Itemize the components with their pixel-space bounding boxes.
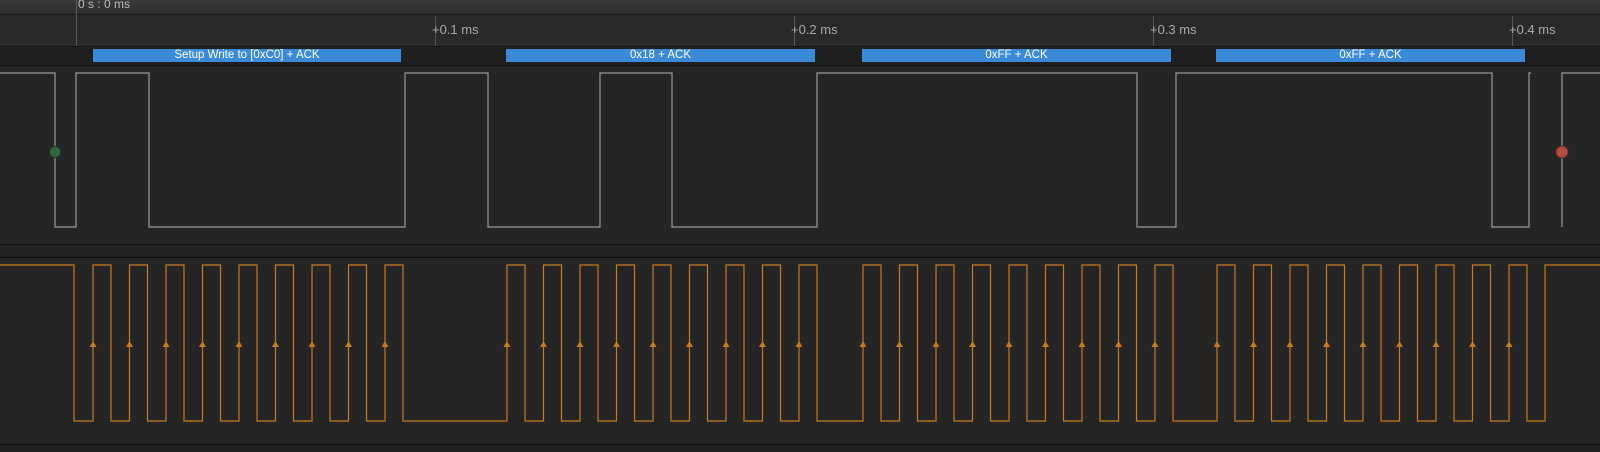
clock-rising-edge-marker bbox=[1115, 341, 1122, 347]
clock-rising-edge-marker bbox=[613, 341, 620, 347]
clock-rising-edge-marker bbox=[199, 341, 206, 347]
clock-rising-edge-marker bbox=[162, 341, 170, 347]
time-origin-label: 0 s : 0 ms bbox=[78, 0, 131, 11]
time-ruler[interactable]: +0.1 ms +0.2 ms +0.3 ms +0.4 ms bbox=[0, 16, 1600, 47]
clock-rising-edge-marker bbox=[795, 341, 803, 347]
clock-rising-edge-marker bbox=[1469, 341, 1476, 347]
clock-rising-edge-marker bbox=[1396, 341, 1403, 347]
clock-rising-edge-marker bbox=[308, 341, 316, 347]
clock-rising-edge-marker bbox=[722, 341, 730, 347]
bottom-border bbox=[0, 445, 1600, 452]
decoded-frame-data[interactable]: 0xFF + ACK bbox=[862, 49, 1171, 62]
channel-separator bbox=[0, 245, 1600, 258]
sda-waveform bbox=[0, 72, 1600, 228]
ruler-tick-label: +0.2 ms bbox=[791, 22, 838, 37]
clock-rising-edge-marker bbox=[859, 341, 867, 347]
stop-condition-marker bbox=[1555, 145, 1569, 159]
ruler-tick-label: +0.3 ms bbox=[1150, 22, 1197, 37]
clock-rising-edge-marker bbox=[576, 341, 584, 347]
clock-rising-edge-marker bbox=[1213, 341, 1221, 347]
clock-rising-edge-marker bbox=[649, 341, 657, 347]
clock-rising-edge-marker bbox=[1323, 341, 1330, 347]
sda-channel-track[interactable] bbox=[0, 66, 1600, 245]
clock-rising-edge-marker bbox=[1005, 341, 1013, 347]
clock-rising-edge-marker bbox=[381, 341, 389, 347]
clock-rising-edge-marker bbox=[272, 341, 279, 347]
clock-rising-edge-marker bbox=[345, 341, 352, 347]
clock-rising-edge-marker bbox=[932, 341, 940, 347]
clock-rising-edge-marker bbox=[1250, 341, 1257, 347]
time-origin-marker bbox=[76, 0, 77, 46]
clock-rising-edge-marker bbox=[1042, 341, 1049, 347]
sda-signal-line bbox=[0, 72, 1600, 228]
timeline-header-strip: 0 s : 0 ms bbox=[0, 0, 1600, 15]
clock-rising-edge-marker bbox=[1286, 341, 1294, 347]
clock-rising-edge-marker bbox=[1505, 341, 1513, 347]
clock-rising-edge-marker bbox=[759, 341, 766, 347]
clock-rising-edge-marker bbox=[503, 341, 511, 347]
clock-rising-edge-marker bbox=[235, 341, 243, 347]
ruler-tick-label: +0.4 ms bbox=[1509, 22, 1556, 37]
clock-rising-edge-marker bbox=[969, 341, 976, 347]
clock-rising-edge-marker bbox=[896, 341, 903, 347]
decoded-frame-address[interactable]: Setup Write to [0xC0] + ACK bbox=[93, 49, 401, 62]
clock-rising-edge-marker bbox=[1432, 341, 1440, 347]
scl-channel-track[interactable] bbox=[0, 258, 1600, 445]
clock-rising-edge-marker bbox=[1151, 341, 1159, 347]
clock-rising-edge-marker bbox=[686, 341, 693, 347]
ruler-tick-label: +0.1 ms bbox=[432, 22, 479, 37]
scl-waveform bbox=[0, 264, 1600, 422]
clock-rising-edge-marker bbox=[540, 341, 547, 347]
start-condition-marker bbox=[49, 146, 61, 158]
clock-rising-edge-marker bbox=[1359, 341, 1367, 347]
protocol-decoder-row: Setup Write to [0xC0] + ACK 0x18 + ACK 0… bbox=[0, 47, 1600, 66]
clock-rising-edge-marker bbox=[1078, 341, 1086, 347]
clock-rising-edge-marker bbox=[126, 341, 133, 347]
decoded-frame-data[interactable]: 0x18 + ACK bbox=[506, 49, 815, 62]
clock-rising-edge-marker bbox=[89, 341, 97, 347]
decoded-frame-data[interactable]: 0xFF + ACK bbox=[1216, 49, 1525, 62]
